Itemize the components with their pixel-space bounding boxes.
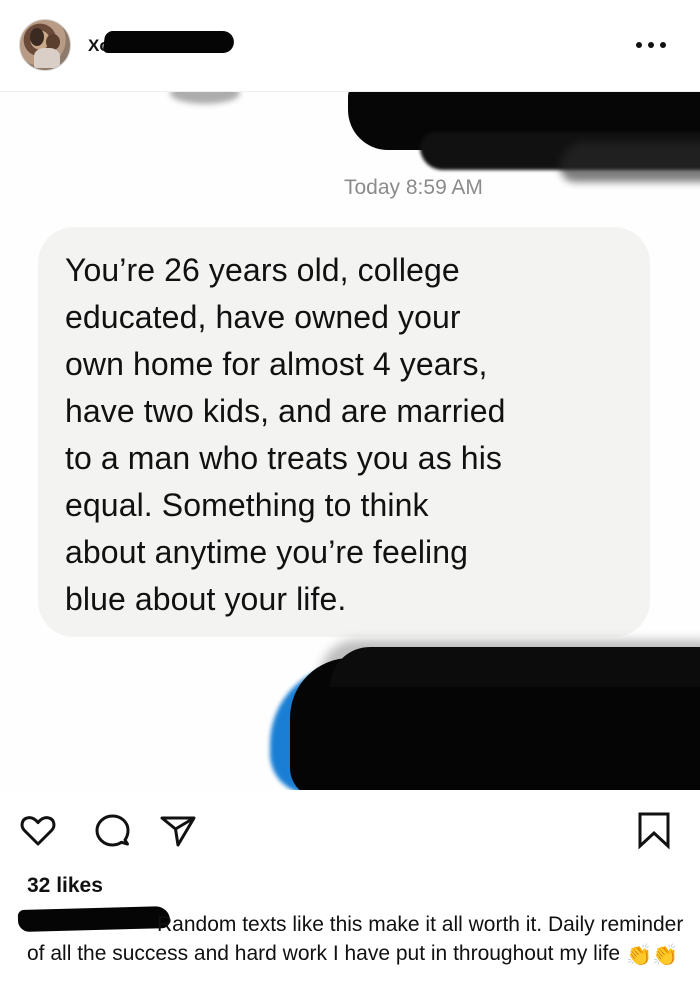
bookmark-icon[interactable] — [634, 810, 674, 850]
profile-avatar[interactable] — [19, 19, 71, 71]
redaction-scribble — [330, 647, 700, 687]
post-header: Xo — [0, 0, 700, 92]
comment-bubble-icon[interactable] — [92, 810, 132, 850]
redaction-scribble — [170, 92, 240, 104]
action-bar — [0, 800, 700, 860]
more-horizontal-icon[interactable] — [636, 34, 666, 56]
message-timestamp: Today 8:59 AM — [344, 176, 483, 199]
caption-text: Random texts like this make it all worth… — [27, 913, 684, 965]
heart-icon[interactable] — [18, 810, 58, 850]
message-text: You’re 26 years old, college educated, h… — [65, 252, 506, 617]
post-image[interactable]: Today 8:59 AM You’re 26 years old, colle… — [0, 92, 700, 790]
post-caption: Random texts like this make it all worth… — [27, 910, 687, 970]
redaction-scribble — [102, 31, 236, 53]
likes-count[interactable]: 32 likes — [27, 874, 103, 898]
clapping-hands-emoji: 👏👏 — [626, 944, 679, 967]
paper-plane-icon[interactable] — [158, 810, 198, 850]
